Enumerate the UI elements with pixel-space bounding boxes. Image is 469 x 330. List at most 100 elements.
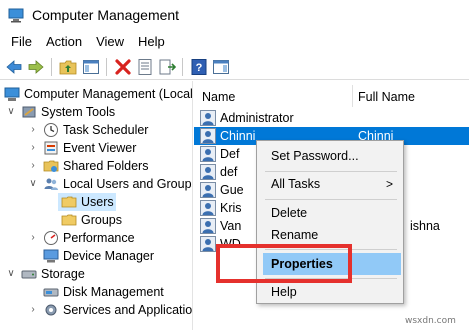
tree-item-task-scheduler[interactable]: › Task Scheduler [28,121,148,139]
menu-item-help[interactable]: Help [257,281,403,303]
svg-text:?: ? [196,62,203,74]
show-hide-tree-icon[interactable] [82,58,100,76]
tree-item-label: Computer Management (Local [24,87,193,101]
tree-item-label: Device Manager [63,249,155,263]
export-list-icon[interactable] [158,58,176,76]
user-name: Chinni [220,129,256,143]
help-book-icon[interactable]: ? [190,58,208,76]
folder-icon [61,196,77,208]
list-header: Name Full Name [194,81,469,111]
toolbar-separator [106,58,107,76]
tree-item-label: Disk Management [63,285,164,299]
computer-management-icon [4,87,20,101]
window-title: Computer Management [32,7,180,23]
tree-item-label: System Tools [41,105,116,119]
menu-item-label: All Tasks [271,177,321,191]
properties-sheet-icon[interactable] [136,58,154,76]
forward-arrow-icon[interactable] [27,58,45,76]
menu-action[interactable]: Action [39,31,89,53]
user-icon [200,182,216,198]
tree-item-event-viewer[interactable]: › Event Viewer [28,139,136,157]
column-divider[interactable] [352,85,353,107]
tree-item-services-apps[interactable]: › Services and Applications [28,301,193,319]
users-group-icon [44,178,58,190]
column-header-name[interactable]: Name [202,90,235,104]
menu-item-all-tasks[interactable]: All Tasks > [257,173,403,195]
tree-item-storage[interactable]: ∨ Storage [6,265,84,283]
menu-bar: File Action View Help [0,31,469,53]
list-item[interactable]: Administrator [194,109,469,127]
storage-icon [21,270,37,279]
user-icon [200,236,216,252]
chevron-right-icon[interactable]: › [28,161,38,171]
user-icon [200,110,216,126]
console-tree: Computer Management (Local ∨ System Tool… [0,81,193,330]
services-gear-icon [45,304,57,316]
menu-separator [265,171,397,172]
tree-item-shared-folders[interactable]: › Shared Folders [28,157,148,175]
title-bar: Computer Management [0,0,469,31]
submenu-arrow-icon: > [385,177,393,191]
menu-separator [265,199,397,200]
chevron-right-icon[interactable]: › [28,305,38,315]
user-name: Kris [220,201,242,215]
chevron-down-icon[interactable]: ∨ [6,269,16,279]
user-name: Gue [220,183,244,197]
user-name: Van [220,219,242,233]
toolbar: ? [0,54,469,80]
tree-item-device-manager[interactable]: Device Manager [43,247,154,265]
tree-item-label: Shared Folders [63,159,149,173]
tree-item-groups[interactable]: Groups [61,211,122,229]
tree-item-system-tools[interactable]: ∨ System Tools [6,103,115,121]
shared-folder-icon [43,160,59,172]
toolbar-separator [182,58,183,76]
menu-help[interactable]: Help [131,31,172,53]
user-full-name: ishna [410,219,440,233]
event-viewer-icon [44,141,58,155]
up-folder-icon[interactable] [59,58,77,76]
chevron-right-icon[interactable]: › [28,233,38,243]
tree-item-performance[interactable]: › Performance [28,229,135,247]
tree-item-label: Local Users and Groups [63,177,193,191]
delete-x-icon[interactable] [114,58,132,76]
user-name: Def [220,147,240,161]
column-header-full-name[interactable]: Full Name [358,90,415,104]
device-manager-icon [43,249,59,263]
tree-item-label: Services and Applications [63,303,193,317]
annotation-highlight-box [216,244,352,283]
show-action-pane-icon[interactable] [212,58,230,76]
tree-item-label: Groups [81,213,122,227]
tree-item-label: Performance [63,231,135,245]
tree-item-label: Event Viewer [63,141,137,155]
user-icon [200,146,216,162]
chevron-down-icon[interactable]: ∨ [6,107,16,117]
tree-item-local-users-groups[interactable]: ∨ Local Users and Groups [28,175,193,193]
system-tools-icon [22,106,36,118]
watermark: wsxdn.com [405,316,456,326]
tree-item-label: Users [81,195,114,209]
user-icon [200,164,216,180]
folder-icon [61,214,77,226]
tree-item-disk-management[interactable]: Disk Management [43,283,164,301]
chevron-right-icon[interactable]: › [28,143,38,153]
menu-item-delete[interactable]: Delete [257,202,403,224]
tree-item-computer-management[interactable]: Computer Management (Local [4,85,193,103]
menu-view[interactable]: View [89,31,131,53]
computer-management-icon [8,8,24,23]
user-icon [200,218,216,234]
user-icon [200,200,216,216]
chevron-down-icon[interactable]: ∨ [28,179,38,189]
user-name: def [220,165,238,179]
user-name: Administrator [220,111,294,125]
tree-item-users[interactable]: Users [58,193,116,211]
menu-item-set-password[interactable]: Set Password... [257,145,403,167]
menu-file[interactable]: File [0,31,39,53]
tree-item-label: Task Scheduler [63,123,149,137]
toolbar-separator [51,58,52,76]
performance-icon [44,231,58,245]
back-arrow-icon[interactable] [5,58,23,76]
menu-item-rename[interactable]: Rename [257,224,403,246]
chevron-right-icon[interactable]: › [28,125,38,135]
user-icon [200,128,216,144]
clock-icon [44,123,58,137]
